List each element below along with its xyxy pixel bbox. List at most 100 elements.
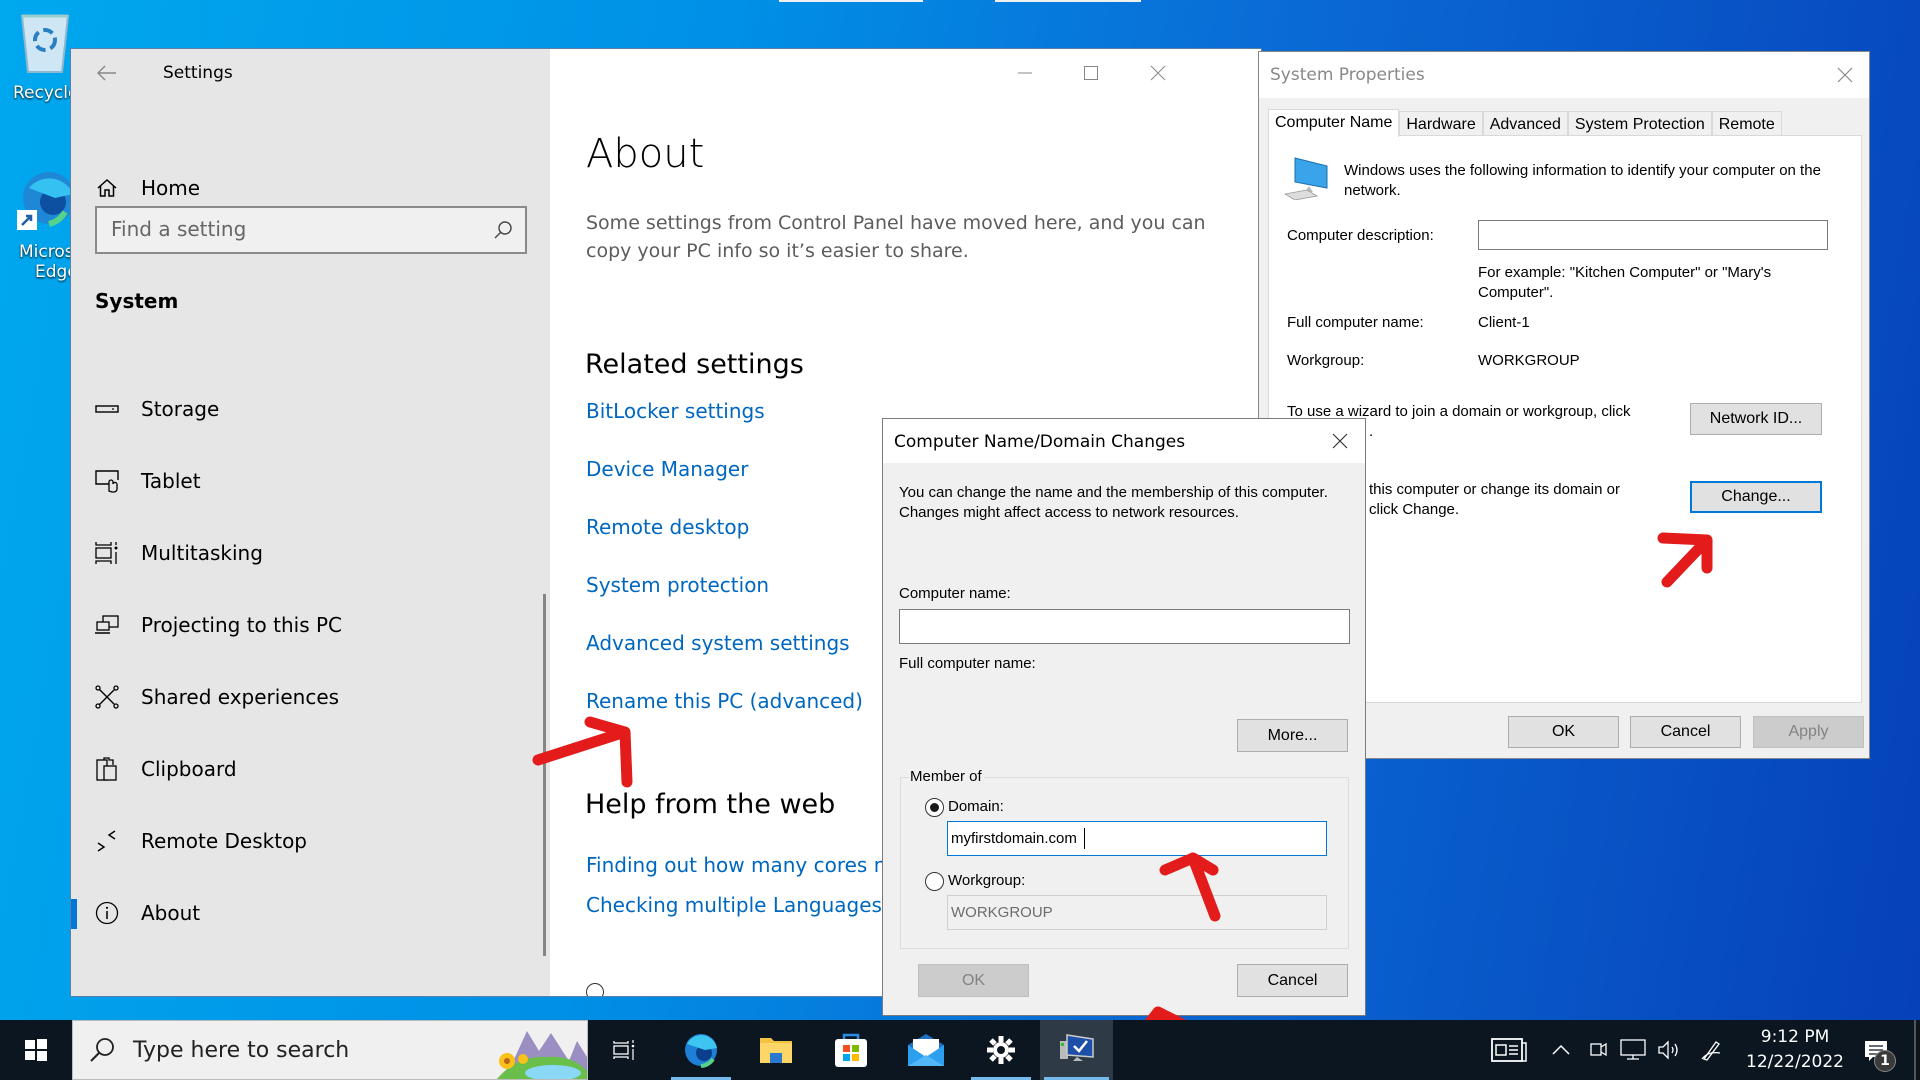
link-help-languages[interactable]: Checking multiple Languages su [586, 893, 911, 917]
link-remote-desktop[interactable]: Remote desktop [586, 515, 749, 539]
more-button[interactable]: More... [1237, 719, 1348, 752]
show-desktop-button[interactable] [1914, 1020, 1916, 1080]
domain-dialog-intro: You can change the name and the membersh… [899, 484, 1328, 521]
sysprops-cancel-button[interactable]: Cancel [1630, 716, 1741, 748]
show-hidden-icons-chevron-up-icon[interactable] [1548, 1038, 1574, 1062]
taskbar-system-properties[interactable] [1040, 1020, 1113, 1080]
tab-advanced[interactable]: Advanced [1482, 111, 1568, 135]
taskbar-settings[interactable] [967, 1020, 1035, 1080]
volume-icon[interactable] [1656, 1038, 1682, 1062]
close-icon [1332, 433, 1348, 449]
sysprops-apply-button: Apply [1753, 716, 1864, 748]
link-bitlocker[interactable]: BitLocker settings [586, 399, 765, 423]
minimize-icon [1018, 72, 1032, 74]
domain-dialog-titlebar: Computer Name/Domain Changes [883, 419, 1365, 463]
domain-ok-button: OK [918, 964, 1029, 997]
taskbar-mail[interactable] [892, 1020, 960, 1080]
domain-radio[interactable] [925, 798, 944, 817]
domain-dialog-close-button[interactable] [1330, 431, 1350, 451]
domain-cancel-button[interactable]: Cancel [1237, 964, 1348, 997]
nav-shared-experiences[interactable]: Shared experiences [95, 677, 339, 717]
computer-description-label: Computer description: [1287, 227, 1434, 244]
minimize-button[interactable] [1005, 61, 1045, 85]
taskbar-file-explorer[interactable] [742, 1020, 810, 1080]
camera-icon[interactable] [1586, 1038, 1612, 1062]
nav-remote-desktop[interactable]: Remote Desktop [95, 821, 307, 861]
start-button[interactable] [2, 1020, 70, 1080]
section-system: System [95, 289, 179, 313]
search-icon [89, 1037, 115, 1067]
sidebar-scrollbar[interactable] [543, 594, 546, 956]
nav-storage[interactable]: Storage [95, 389, 219, 429]
background-window-edge [995, 0, 1141, 2]
taskbar-task-view[interactable] [590, 1020, 658, 1080]
taskbar-edge[interactable] [667, 1020, 735, 1080]
tablet-icon [95, 469, 119, 493]
page-title: About [586, 131, 705, 177]
computer-name-input[interactable] [899, 609, 1350, 644]
close-button[interactable] [1138, 61, 1178, 85]
network-id-button[interactable]: Network ID... [1690, 403, 1822, 435]
related-settings-heading: Related settings [585, 349, 804, 380]
nav-clipboard[interactable]: Clipboard [95, 749, 237, 789]
help-heading: Help from the web [585, 789, 836, 820]
tab-hardware[interactable]: Hardware [1399, 111, 1483, 135]
domain-label: Domain: [948, 798, 1004, 815]
page-description: Some settings from Control Panel have mo… [586, 212, 1206, 262]
task-view-icon [613, 1040, 635, 1060]
sysprops-close-button[interactable] [1835, 65, 1855, 85]
settings-search-input[interactable]: Find a setting [95, 206, 527, 254]
tab-system-protection[interactable]: System Protection [1567, 111, 1712, 135]
back-arrow-icon[interactable] [95, 61, 119, 85]
news-widget-icon[interactable] [1490, 1038, 1528, 1062]
text-cursor [1084, 828, 1085, 849]
link-advanced-system-settings[interactable]: Advanced system settings [586, 631, 850, 655]
taskbar-store[interactable] [817, 1020, 885, 1080]
settings-sidebar: Settings Home Find a setting System Stor… [70, 49, 550, 996]
full-computer-name-label: Full computer name: [899, 655, 1036, 672]
nav-projecting-label: Projecting to this PC [141, 613, 343, 637]
computer-description-input[interactable] [1478, 220, 1828, 250]
taskbar-search-input[interactable]: Type here to search [72, 1020, 588, 1080]
action-center-button[interactable]: 1 [1860, 1036, 1896, 1072]
nav-projecting[interactable]: Projecting to this PC [95, 605, 342, 645]
description-example: For example: "Kitchen Computer" or "Mary… [1478, 264, 1772, 301]
storage-icon [95, 397, 119, 421]
nav-multitasking[interactable]: Multitasking [95, 533, 263, 573]
edge-icon [15, 168, 75, 238]
nav-multitasking-label: Multitasking [141, 541, 263, 565]
close-icon [1837, 67, 1853, 83]
nav-shared-experiences-label: Shared experiences [141, 685, 340, 709]
tab-computer-name[interactable]: Computer Name [1268, 109, 1400, 137]
workgroup-label: Workgroup: [1287, 352, 1365, 369]
link-rename-pc[interactable]: Rename this PC (advanced) [586, 689, 863, 713]
workgroup-radio[interactable] [925, 872, 944, 891]
workgroup-value: WORKGROUP [1478, 352, 1580, 369]
tab-remote[interactable]: Remote [1711, 111, 1782, 135]
nav-clipboard-label: Clipboard [141, 757, 237, 781]
link-help-cores[interactable]: Finding out how many cores my [586, 853, 905, 877]
link-system-protection[interactable]: System protection [586, 573, 769, 597]
search-highlight-illustration [497, 1031, 587, 1079]
maximize-button[interactable] [1071, 61, 1111, 85]
link-device-manager[interactable]: Device Manager [586, 457, 748, 481]
nav-about-label: About [141, 901, 201, 925]
nav-about[interactable]: About [70, 893, 201, 933]
nav-home[interactable]: Home [95, 168, 200, 208]
taskbar: Type here to search 9:12 PM 12/22/2022 1 [0, 1020, 1920, 1080]
clipped-text-fragment [586, 189, 1006, 195]
nav-home-label: Home [141, 176, 201, 200]
member-of-label: Member of [908, 768, 984, 785]
pen-workspace-icon[interactable] [1698, 1038, 1724, 1062]
workgroup-input: WORKGROUP [947, 895, 1327, 930]
change-button[interactable]: Change... [1690, 481, 1822, 513]
home-icon [95, 176, 119, 200]
full-computer-name-label: Full computer name: [1287, 314, 1424, 331]
network-icon[interactable] [1620, 1038, 1646, 1062]
domain-input[interactable]: myfirstdomain.com [947, 821, 1327, 856]
clipboard-icon [95, 757, 119, 781]
sysprops-ok-button[interactable]: OK [1508, 716, 1619, 748]
edge-icon [685, 1034, 717, 1068]
system-clock[interactable]: 9:12 PM 12/22/2022 [1740, 1025, 1850, 1075]
nav-tablet[interactable]: Tablet [95, 461, 201, 501]
